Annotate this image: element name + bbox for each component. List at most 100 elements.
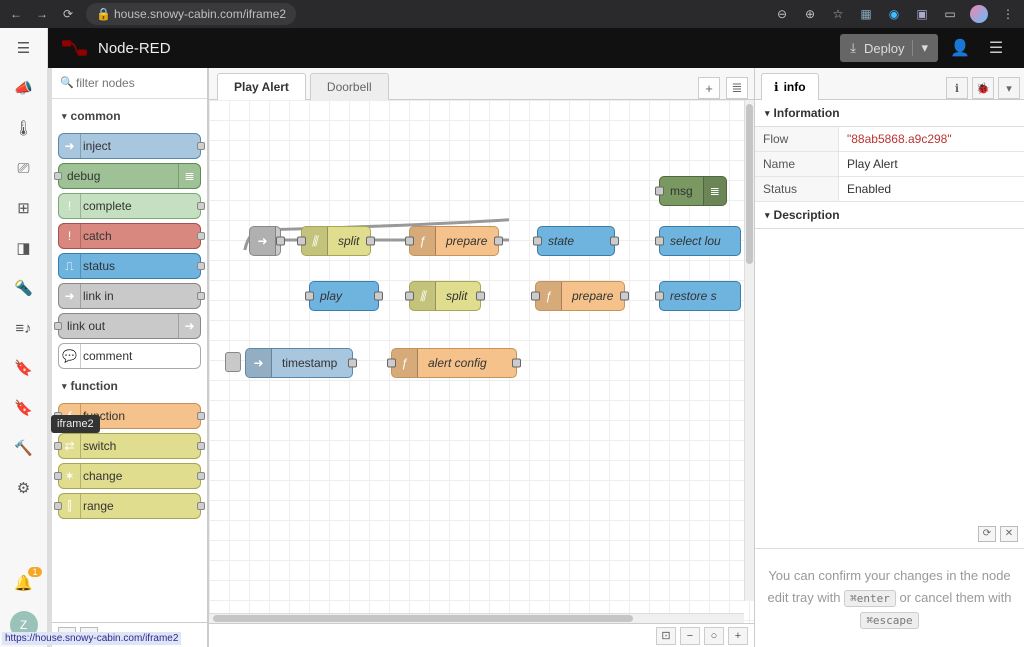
deploy-icon: ⤓ [850,40,856,56]
category-common[interactable]: ▾common [58,103,201,129]
ext3-icon[interactable]: ▣ [914,6,930,22]
palette-status[interactable]: ⎍status [58,253,201,279]
canvas-scrollbar-h[interactable] [209,613,744,623]
node-prepare: ƒ prepare [409,226,499,256]
back-icon[interactable]: ← [8,6,24,22]
list-tabs-button[interactable]: ≣ [726,77,748,99]
range-icon: ⫿ [59,494,81,518]
node-select-lou: select lou [659,226,741,256]
reload-icon[interactable]: ⟳ [60,6,76,22]
canvas-scrollbar-v[interactable] [744,100,754,601]
forward-icon[interactable]: → [34,6,50,22]
node-prepare2: ƒ prepare [535,281,625,311]
search-icon[interactable]: ⊖ [774,6,790,22]
lock-icon: 🔒 [96,7,108,21]
app-rail: ☰ 📣 🌡 ⎚ ⊞ ◨ 🔦 ≡♪ 🔖 🔖 🔨 ⚙ 🔔1 Z [0,28,48,647]
category-function[interactable]: ▾function [58,373,201,399]
inject-button[interactable] [225,352,241,372]
browser-chrome: ← → ⟳ 🔒 house.snowy-cabin.com/iframe2 ⊖ … [0,0,1024,28]
info-sidebar: ℹ info ℹ 🐞 ▾ ▾Information Flow"88ab5868.… [754,68,1024,647]
user-icon[interactable]: 👤 [946,34,974,62]
filter-input[interactable] [60,74,199,92]
bookmark-icon[interactable]: 🔖 [12,356,36,380]
tools-icon[interactable]: 🔨 [12,436,36,460]
search-icon: 🔍 [60,76,74,89]
playlist-icon[interactable]: ≡♪ [12,316,36,340]
nodered-logo: Node-RED [62,39,171,57]
close-icon[interactable]: ✕ [1000,526,1018,542]
rail-tooltip: iframe2 [51,415,100,433]
node-play: play [309,281,379,311]
flow-canvas[interactable]: msg ≣ ➜ ⫼ split ƒ prepare [209,100,754,623]
tab-info[interactable]: ℹ info [761,73,819,100]
palette-change[interactable]: ✶change [58,463,201,489]
grid-icon[interactable]: ⊞ [12,196,36,220]
section-information[interactable]: ▾Information [755,100,1024,127]
workspace: Play Alert Doorbell + ≣ [208,68,754,647]
node-timestamp: ➜ timestamp [245,348,353,378]
inject-icon: ➜ [59,134,81,158]
url-bar[interactable]: 🔒 house.snowy-cabin.com/iframe2 [86,3,296,25]
status-link: https://house.snowy-cabin.com/iframe2 [2,632,181,645]
debug-icon: ≣ [178,164,200,188]
palette-link-in[interactable]: ➜link in [58,283,201,309]
inject-icon: ➜ [246,349,272,377]
zoom-in-button[interactable]: + [728,627,748,645]
node-state: state [537,226,615,256]
bookmark-active-icon[interactable]: 🔖 [12,396,36,420]
megaphone-icon[interactable]: 📣 [12,76,36,100]
node-split2: ⫼ split [409,281,481,311]
kebab-icon[interactable]: ⋮ [1000,6,1016,22]
ext4-icon[interactable]: ▭ [942,6,958,22]
navigator-button[interactable]: ⊡ [656,627,676,645]
zoom-reset-button[interactable]: ○ [704,627,724,645]
ext1-icon[interactable]: ▦ [858,6,874,22]
palette-complete[interactable]: !complete [58,193,201,219]
description-area: ⟳ ✕ [755,229,1024,548]
flow-status: Enabled [839,177,1024,201]
star-icon[interactable]: ☆ [830,6,846,22]
info-icon-button[interactable]: ℹ [946,77,968,99]
device-icon[interactable]: ⎚ [12,156,36,180]
node-split: ⫼ split [301,226,371,256]
change-icon: ✶ [59,464,81,488]
palette-inject[interactable]: ➜inject [58,133,201,159]
zoom-out-button[interactable]: − [680,627,700,645]
link-icon: ➜ [250,227,276,255]
cast-icon[interactable]: ◨ [12,236,36,260]
chevron-down-icon[interactable]: ▾ [912,40,928,56]
section-description[interactable]: ▾Description [755,202,1024,229]
menu-icon[interactable]: ☰ [982,34,1010,62]
debug-icon-button[interactable]: 🐞 [972,77,994,99]
chevron-down-icon[interactable]: ▾ [998,77,1020,99]
profile-avatar[interactable] [970,5,988,23]
flow-id: "88ab5868.a9c298" [839,127,1024,151]
gear-icon[interactable]: ⚙ [12,476,36,500]
tab-doorbell[interactable]: Doorbell [310,73,389,100]
deploy-button[interactable]: ⤓ Deploy ▾ [840,34,938,62]
info-icon: ℹ [774,80,779,94]
flashlight-icon[interactable]: 🔦 [12,276,36,300]
node-link-in: ➜ [249,226,281,256]
add-tab-button[interactable]: + [698,77,720,99]
url-text: house.snowy-cabin.com/iframe2 [114,7,286,21]
palette-catch[interactable]: !catch [58,223,201,249]
hamburger-icon[interactable]: ☰ [12,36,36,60]
palette-debug[interactable]: debug≣ [58,163,201,189]
thermometer-icon[interactable]: 🌡 [12,116,36,140]
expand-icon[interactable]: ⟳ [978,526,996,542]
palette-switch[interactable]: ⇄switch [58,433,201,459]
zoom-icon[interactable]: ⊕ [802,6,818,22]
palette-range[interactable]: ⫿range [58,493,201,519]
palette-link-out[interactable]: link out➜ [58,313,201,339]
tab-play-alert[interactable]: Play Alert [217,73,306,100]
complete-icon: ! [59,194,81,218]
link-in-icon: ➜ [59,284,81,308]
palette-comment[interactable]: 💬comment [58,343,201,369]
node-palette: 🔍 ▾common ➜inject debug≣ !complete !catc… [48,68,208,647]
debug-icon: ≣ [703,177,726,205]
ext2-icon[interactable]: ◉ [886,6,902,22]
nodered-header: Node-RED ⤓ Deploy ▾ 👤 ☰ [48,28,1024,68]
bell-icon[interactable]: 🔔1 [12,571,36,595]
catch-icon: ! [59,224,81,248]
